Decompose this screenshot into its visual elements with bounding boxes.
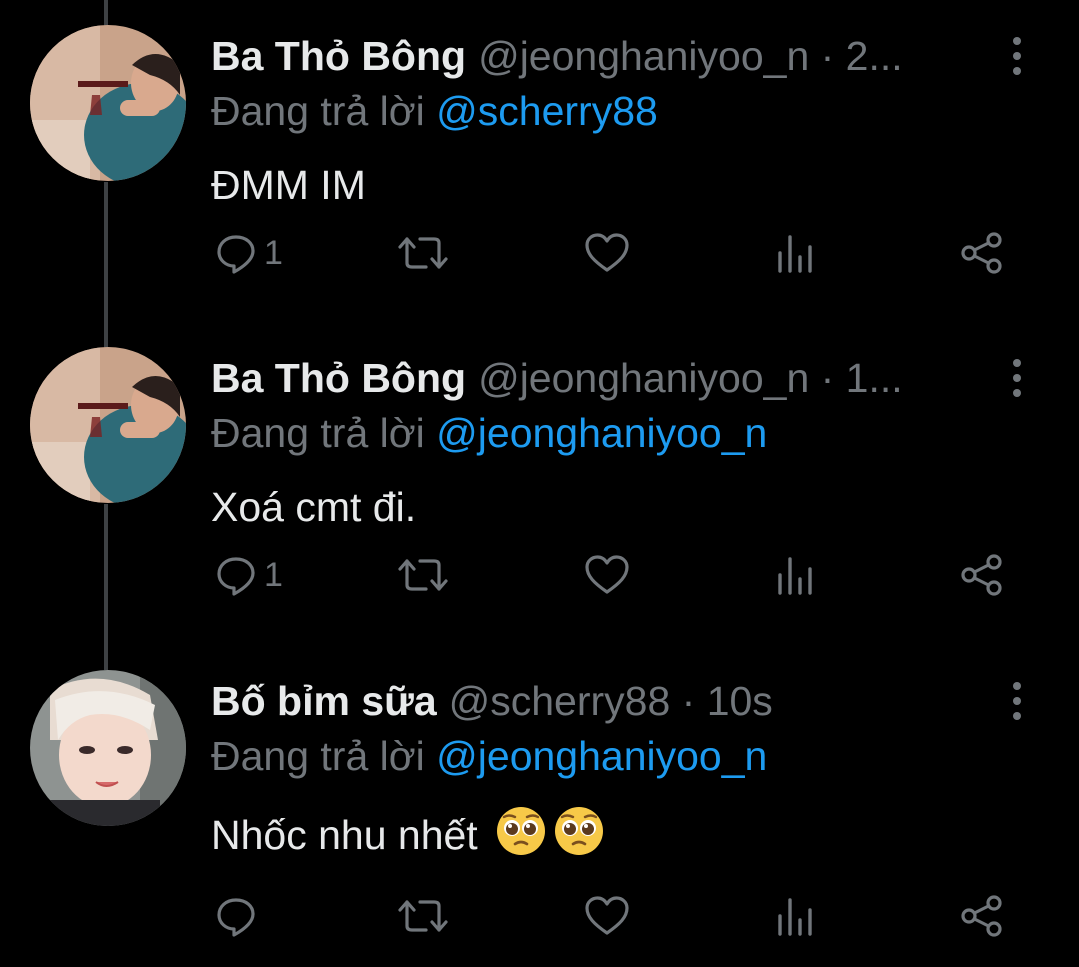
retweet-icon [398, 237, 448, 269]
share-button[interactable] [960, 891, 1004, 941]
tweet-actions: 1 [0, 550, 1079, 600]
tweet-text: Xoá cmt đi. [211, 484, 417, 530]
pleading-face-emoji [555, 807, 604, 855]
views-chart-icon [778, 557, 812, 595]
reply-button[interactable]: 1 [214, 550, 283, 600]
replying-to-line: Đang trả lời @scherry88 [211, 86, 658, 136]
share-icon [961, 232, 1002, 274]
replying-to-line: Đang trả lời @jeonghaniyoo_n [211, 408, 767, 458]
reply-button[interactable] [214, 891, 264, 941]
tweet-text-content: Nhốc nhu nhết [211, 812, 478, 858]
replying-to-handle[interactable]: @jeonghaniyoo_n [436, 733, 767, 779]
replying-to-label: Đang trả lời [211, 410, 425, 456]
like-button[interactable] [584, 891, 630, 941]
pleading-face-emoji [497, 807, 546, 855]
tweet[interactable]: Ba Thỏ Bông @jeonghaniyoo_n · 2... Đang … [0, 0, 1079, 322]
tweet-header: Bố bỉm sữa @scherry88 · 10s [211, 677, 981, 725]
handle-and-time[interactable]: @jeonghaniyoo_n · 1... [478, 354, 903, 402]
like-button[interactable] [584, 228, 630, 278]
tweet-text: ĐMM IM [211, 162, 366, 208]
avatar[interactable] [30, 347, 186, 503]
display-name[interactable]: Bố bỉm sữa [211, 677, 437, 725]
tweet-header: Ba Thỏ Bông @jeonghaniyoo_n · 2... [211, 32, 981, 80]
tweet-header: Ba Thỏ Bông @jeonghaniyoo_n · 1... [211, 354, 981, 402]
replying-to-handle[interactable]: @scherry88 [436, 88, 658, 134]
tweet[interactable]: Bố bỉm sữa @scherry88 · 10s Đang trả lời… [0, 645, 1079, 967]
share-button[interactable] [960, 228, 1004, 278]
tweet-text: Nhốc nhu nhết [211, 805, 605, 860]
handle-and-time[interactable]: @scherry88 · 10s [449, 677, 773, 725]
more-vertical-icon[interactable] [1006, 358, 1028, 398]
reply-count: 1 [264, 556, 283, 594]
share-icon [961, 895, 1002, 937]
avatar[interactable] [30, 25, 186, 181]
like-button[interactable] [584, 550, 630, 600]
avatar[interactable] [30, 670, 186, 826]
heart-icon [585, 233, 629, 272]
replying-to-label: Đang trả lời [211, 733, 425, 779]
views-chart-icon [778, 235, 812, 273]
avatar-photo [30, 347, 186, 503]
heart-icon [585, 555, 629, 594]
replying-to-line: Đang trả lời @jeonghaniyoo_n [211, 731, 767, 781]
reply-bubble-icon [217, 235, 255, 274]
heart-icon [585, 896, 629, 935]
display-name[interactable]: Ba Thỏ Bông [211, 32, 466, 80]
more-vertical-icon[interactable] [1006, 36, 1028, 76]
views-button[interactable] [776, 228, 816, 278]
tweet[interactable]: Ba Thỏ Bông @jeonghaniyoo_n · 1... Đang … [0, 322, 1079, 644]
retweet-icon [398, 559, 448, 591]
retweet-button[interactable] [398, 891, 448, 941]
retweet-button[interactable] [398, 228, 448, 278]
tweet-actions: 1 [0, 228, 1079, 278]
retweet-button[interactable] [398, 550, 448, 600]
handle-and-time[interactable]: @jeonghaniyoo_n · 2... [478, 32, 903, 80]
avatar-photo [30, 25, 186, 181]
reply-bubble-icon [217, 898, 255, 937]
views-button[interactable] [776, 891, 816, 941]
display-name[interactable]: Ba Thỏ Bông [211, 354, 466, 402]
avatar-photo [30, 670, 186, 826]
retweet-icon [398, 900, 448, 932]
more-vertical-icon[interactable] [1006, 681, 1028, 721]
replying-to-handle[interactable]: @jeonghaniyoo_n [436, 410, 767, 456]
tweet-actions [0, 891, 1079, 941]
views-chart-icon [778, 898, 812, 936]
reply-bubble-icon [217, 557, 255, 596]
share-button[interactable] [960, 550, 1004, 600]
replying-to-label: Đang trả lời [211, 88, 425, 134]
views-button[interactable] [776, 550, 816, 600]
share-icon [961, 554, 1002, 596]
reply-button[interactable]: 1 [214, 228, 283, 278]
reply-count: 1 [264, 234, 283, 272]
